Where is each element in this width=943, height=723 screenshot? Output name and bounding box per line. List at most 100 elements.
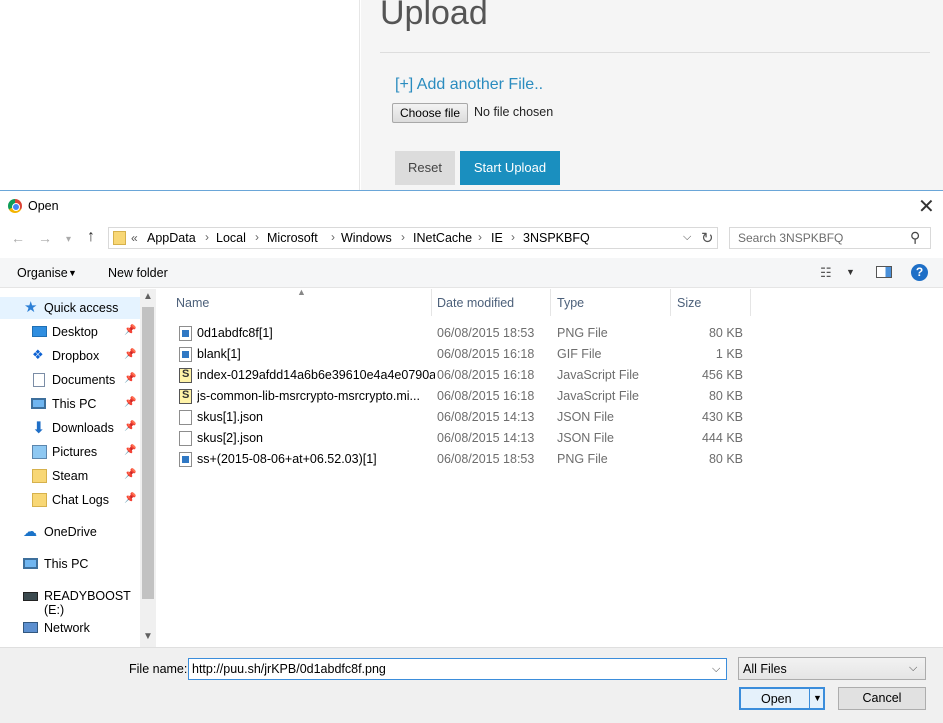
breadcrumb-overflow[interactable]: « xyxy=(131,231,138,245)
breadcrumb-appdata[interactable]: AppData xyxy=(147,231,196,245)
file-row[interactable]: skus[2].json 06/08/2015 14:13 JSON File … xyxy=(174,428,754,449)
scrollbar-thumb[interactable] xyxy=(142,307,154,599)
chevron-down-icon[interactable]: ▼ xyxy=(143,631,153,642)
help-icon[interactable]: ? xyxy=(911,264,928,281)
nav-item-readyboost[interactable]: READYBOOST (E:) xyxy=(0,585,140,617)
column-divider[interactable] xyxy=(550,289,551,316)
file-row[interactable]: js-common-lib-msrcrypto-msrcrypto.mi... … xyxy=(174,386,754,407)
chevron-down-icon[interactable]: ⌵ xyxy=(712,663,720,676)
search-input[interactable]: Search 3NSPKBFQ ⚲ xyxy=(729,227,931,249)
nav-item-pictures[interactable]: Pictures 📌 xyxy=(0,441,140,463)
file-list: ▲ Name Date modified Type Size 0d1abdfc8… xyxy=(160,287,943,647)
nav-scrollbar[interactable]: ▲ ▼ xyxy=(140,289,156,647)
nav-item-quick-access[interactable]: ★ Quick access xyxy=(0,297,140,319)
nav-item-this-pc[interactable]: This PC 📌 xyxy=(0,393,140,415)
dialog-footer: File name: http://puu.sh/jrKPB/0d1abdfc8… xyxy=(0,647,943,723)
pin-icon[interactable]: 📌 xyxy=(124,397,136,408)
back-arrow-icon[interactable]: ← xyxy=(11,230,25,246)
chevron-right-icon[interactable]: › xyxy=(205,230,209,244)
recent-locations-icon[interactable]: ▾ xyxy=(66,234,71,245)
search-icon[interactable]: ⚲ xyxy=(910,229,920,246)
cancel-button[interactable]: Cancel xyxy=(838,687,926,710)
chevron-down-icon[interactable]: ⌵ xyxy=(909,662,917,675)
refresh-icon[interactable]: ↻ xyxy=(701,229,714,247)
open-button[interactable]: Open ▼ xyxy=(739,687,825,710)
chevron-right-icon[interactable]: › xyxy=(331,230,335,244)
dialog-titlebar[interactable]: Open ✕ xyxy=(0,191,943,221)
choose-file-button[interactable]: Choose file xyxy=(392,103,468,123)
chevron-right-icon[interactable]: › xyxy=(401,230,405,244)
nav-item-dropbox[interactable]: ❖ Dropbox 📌 xyxy=(0,345,140,367)
nav-item-documents[interactable]: Documents 📌 xyxy=(0,369,140,391)
network-icon xyxy=(23,622,38,633)
close-icon[interactable]: ✕ xyxy=(918,194,935,219)
nav-item-this-pc-root[interactable]: This PC xyxy=(0,553,140,575)
chevron-right-icon[interactable]: › xyxy=(511,230,515,244)
chevron-right-icon[interactable]: › xyxy=(478,230,482,244)
nav-item-downloads[interactable]: ⬇ Downloads 📌 xyxy=(0,417,140,439)
column-divider[interactable] xyxy=(670,289,671,316)
add-file-link[interactable]: [+] Add another File.. xyxy=(395,76,543,94)
nav-item-desktop[interactable]: Desktop 📌 xyxy=(0,321,140,343)
breadcrumb-ie[interactable]: IE xyxy=(491,231,503,245)
breadcrumb-microsoft[interactable]: Microsoft xyxy=(267,231,318,245)
file-size: 444 KB xyxy=(701,431,743,445)
column-header-name[interactable]: Name xyxy=(176,296,209,310)
file-row[interactable]: 0d1abdfc8f[1] 06/08/2015 18:53 PNG File … xyxy=(174,323,754,344)
file-row[interactable]: index-0129afdd14a6b6e39610e4a4e0790a... … xyxy=(174,365,754,386)
start-upload-button[interactable]: Start Upload xyxy=(460,151,560,185)
filename-value[interactable]: http://puu.sh/jrKPB/0d1abdfc8f.png xyxy=(192,662,386,676)
new-folder-button[interactable]: New folder xyxy=(108,266,168,280)
column-header-size[interactable]: Size xyxy=(677,296,701,310)
breadcrumb-windows[interactable]: Windows xyxy=(341,231,392,245)
pin-icon[interactable]: 📌 xyxy=(124,469,136,480)
chevron-right-icon[interactable]: › xyxy=(255,230,259,244)
file-row[interactable]: skus[1].json 06/08/2015 14:13 JSON File … xyxy=(174,407,754,428)
file-row[interactable]: ss+(2015-08-06+at+06.52.03)[1] 06/08/201… xyxy=(174,449,754,470)
caret-down-icon[interactable]: ▼ xyxy=(68,268,77,278)
nav-item-onedrive[interactable]: ☁ OneDrive xyxy=(0,521,140,543)
preview-pane-icon[interactable] xyxy=(876,266,892,278)
file-size: 80 KB xyxy=(708,326,743,340)
column-divider[interactable] xyxy=(750,289,751,316)
file-date: 06/08/2015 14:13 xyxy=(437,410,535,424)
documents-icon xyxy=(33,373,45,387)
filename-input[interactable]: http://puu.sh/jrKPB/0d1abdfc8f.png ⌵ xyxy=(188,658,727,680)
view-options-icon[interactable]: ☷ xyxy=(820,265,832,281)
script-file-icon xyxy=(179,368,192,383)
forward-arrow-icon[interactable]: → xyxy=(38,230,52,246)
nav-item-steam[interactable]: Steam 📌 xyxy=(0,465,140,487)
column-header-date[interactable]: Date modified xyxy=(437,296,514,310)
nav-item-network[interactable]: Network xyxy=(0,617,140,639)
chevron-up-icon[interactable]: ▲ xyxy=(143,291,153,302)
pin-icon[interactable]: 📌 xyxy=(124,445,136,456)
nav-item-label: Chat Logs xyxy=(52,493,109,507)
reset-button[interactable]: Reset xyxy=(395,151,455,185)
navigation-pane: ★ Quick access Desktop 📌 ❖ Dropbox 📌 Doc… xyxy=(0,289,156,647)
address-bar[interactable]: « AppData › Local › Microsoft › Windows … xyxy=(108,227,718,249)
file-name: index-0129afdd14a6b6e39610e4a4e0790a... xyxy=(197,368,435,382)
breadcrumb-inetcache[interactable]: INetCache xyxy=(413,231,472,245)
pin-icon[interactable]: 📌 xyxy=(124,349,136,360)
file-size: 456 KB xyxy=(701,368,743,382)
split-divider xyxy=(809,687,810,710)
chevron-down-icon[interactable]: ⌵ xyxy=(683,231,691,244)
column-divider[interactable] xyxy=(431,289,432,316)
pin-icon[interactable]: 📌 xyxy=(124,373,136,384)
pin-icon[interactable]: 📌 xyxy=(124,421,136,432)
breadcrumb-3nspkbfq[interactable]: 3NSPKBFQ xyxy=(523,231,590,245)
pin-icon[interactable]: 📌 xyxy=(124,493,136,504)
filetype-select[interactable]: All Files ⌵ xyxy=(738,657,926,680)
pin-icon[interactable]: 📌 xyxy=(124,325,136,336)
breadcrumb-local[interactable]: Local xyxy=(216,231,246,245)
up-arrow-icon[interactable]: ↑ xyxy=(87,228,95,246)
computer-icon xyxy=(31,398,46,409)
organise-button[interactable]: Organise xyxy=(17,266,68,280)
caret-down-icon[interactable]: ▼ xyxy=(846,267,855,277)
file-row[interactable]: blank[1] 06/08/2015 16:18 GIF File 1 KB xyxy=(174,344,754,365)
caret-down-icon[interactable]: ▼ xyxy=(813,693,822,703)
star-icon: ★ xyxy=(24,299,38,316)
nav-item-chat-logs[interactable]: Chat Logs 📌 xyxy=(0,489,140,511)
cloud-icon: ☁ xyxy=(23,523,37,539)
column-header-type[interactable]: Type xyxy=(557,296,584,310)
